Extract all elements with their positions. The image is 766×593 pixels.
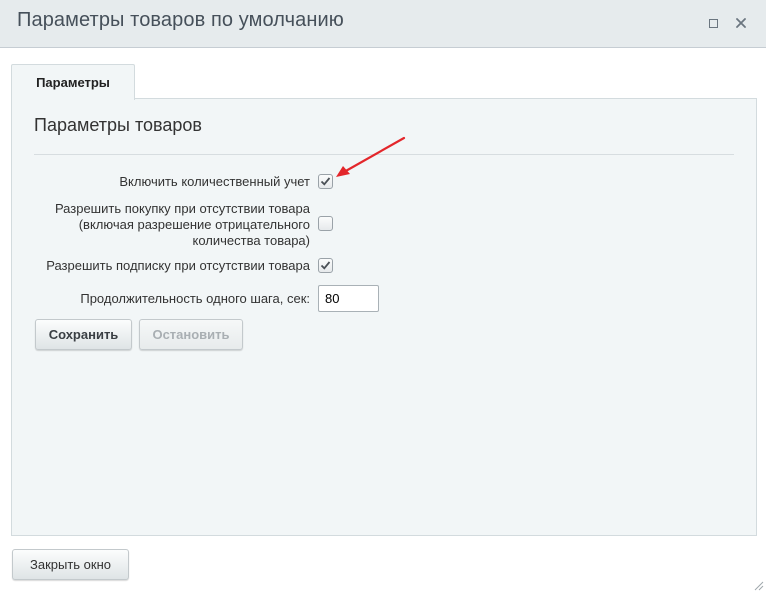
allow-purchase-label: Разрешить покупку при отсутствии товара …	[55, 201, 310, 249]
window-title: Параметры товаров по умолчанию	[17, 9, 344, 31]
save-button[interactable]: Сохранить	[35, 319, 132, 350]
step-duration-label: Продолжительность одного шага, сек:	[80, 291, 310, 306]
window-titlebar: Параметры товаров по умолчанию	[0, 0, 766, 48]
allow-subscribe-checkbox[interactable]	[318, 258, 333, 273]
close-icon	[736, 18, 746, 28]
checkmark-icon	[320, 261, 331, 270]
allow-purchase-checkbox[interactable]	[318, 216, 333, 231]
step-duration-input[interactable]	[318, 285, 379, 312]
quantity-accounting-label: Включить количественный учет	[119, 174, 310, 189]
resize-grip-icon[interactable]	[752, 579, 764, 591]
close-window-button[interactable]: Закрыть окно	[12, 549, 129, 580]
allow-purchase-label-line3: количества товара)	[192, 233, 310, 248]
allow-purchase-label-line1: Разрешить покупку при отсутствии товара	[54, 201, 310, 216]
tab-parameters[interactable]: Параметры	[11, 64, 135, 100]
maximize-icon	[708, 18, 718, 28]
close-button[interactable]	[730, 12, 752, 34]
maximize-button[interactable]	[702, 12, 724, 34]
annotation-arrow-icon	[336, 136, 406, 177]
section-title: Параметры товаров	[34, 115, 202, 135]
stop-button[interactable]: Остановить	[139, 319, 243, 350]
allow-subscribe-label: Разрешить подписку при отсутствии товара	[46, 258, 310, 273]
allow-purchase-label-line2: (включая разрешение отрицательного	[78, 217, 310, 232]
